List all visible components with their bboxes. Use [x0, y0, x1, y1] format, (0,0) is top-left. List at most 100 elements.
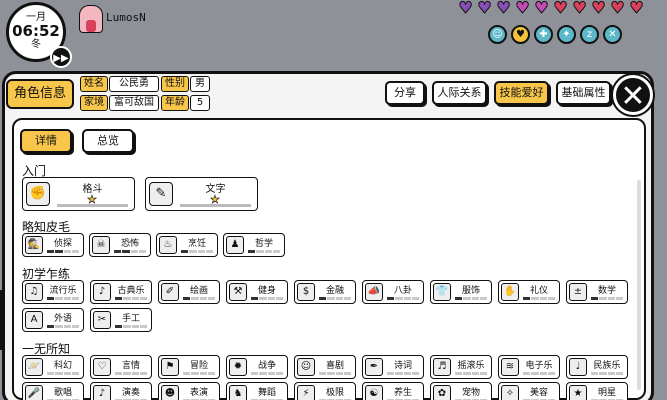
skill-progress: [248, 250, 280, 253]
shirt-icon: 👕: [433, 283, 451, 301]
skull-icon: ☠: [92, 236, 110, 254]
skill-name: 极限: [325, 388, 344, 398]
skill-name: 恐怖: [120, 239, 139, 249]
skill-name: 喜剧: [325, 361, 344, 371]
skill-card[interactable]: ✊ 格斗 ★: [22, 177, 135, 211]
skill-progress: [114, 250, 146, 253]
skill-card[interactable]: ♟ 哲学: [223, 233, 285, 257]
headphones-icon: ♫: [25, 283, 43, 301]
heart-icon[interactable]: ♥: [511, 25, 530, 44]
sleep-icon[interactable]: z: [580, 25, 599, 44]
skill-card[interactable]: ♪ 演奏: [90, 382, 152, 400]
skill-card[interactable]: 🕵 侦探: [22, 233, 84, 257]
skill-name: 八卦: [393, 286, 412, 296]
skill-progress: [181, 250, 213, 253]
family-value: 富可敌国: [109, 95, 159, 111]
skill-name: 绘画: [189, 286, 208, 296]
skill-card[interactable]: ☻ 表演: [158, 382, 220, 400]
synth-icon: ≋: [501, 358, 519, 376]
skill-card[interactable]: ✒ 诗词: [362, 355, 424, 379]
skill-name: 古典乐: [117, 286, 145, 296]
extreme-icon: ⚡: [297, 385, 315, 400]
skill-name: 冒险: [189, 361, 208, 371]
skill-card[interactable]: ✂ 手工: [90, 308, 152, 332]
age-value: 5: [190, 95, 210, 111]
player-name: LumosN: [106, 11, 146, 24]
language-icon: A: [25, 311, 43, 329]
divider: [0, 290, 2, 350]
skill-card[interactable]: ⚡ 极限: [294, 382, 356, 400]
heart-icon: ♥: [496, 0, 511, 17]
skill-name: 外语: [53, 314, 72, 324]
skill-card[interactable]: ≋ 电子乐: [498, 355, 560, 379]
skill-card[interactable]: ♡ 言情: [90, 355, 152, 379]
skill-card[interactable]: ★ 明星: [566, 382, 628, 400]
yinyang-icon: ☯: [365, 385, 383, 400]
skill-name: 演奏: [121, 388, 140, 398]
tab-character-info[interactable]: 角色信息: [6, 79, 74, 109]
fast-forward-icon[interactable]: ▶▶: [50, 46, 72, 68]
gender-label: 性别: [161, 76, 189, 92]
skill-card[interactable]: ± 数学: [566, 280, 628, 304]
gender-value: 男: [190, 76, 210, 92]
skill-card[interactable]: ✹ 战争: [226, 355, 288, 379]
skill-card[interactable]: ⚒ 健身: [226, 280, 288, 304]
skill-card[interactable]: ♞ 舞蹈: [226, 382, 288, 400]
skill-progress: [251, 372, 283, 375]
skill-progress: [57, 204, 128, 207]
skill-card[interactable]: 📣 八卦: [362, 280, 424, 304]
skill-name: 言情: [121, 361, 140, 371]
skill-card[interactable]: ✧ 美容: [498, 382, 560, 400]
tab-overview[interactable]: 总览: [82, 129, 134, 153]
share-button[interactable]: 分享: [385, 81, 425, 105]
skill-name: 明星: [597, 388, 616, 398]
skill-card[interactable]: 👕 服饰: [430, 280, 492, 304]
skill-card[interactable]: ☠ 恐怖: [89, 233, 151, 257]
skill-card[interactable]: ✿ 宠物: [430, 382, 492, 400]
skill-name: 战争: [257, 361, 276, 371]
skill-card[interactable]: A 外语: [22, 308, 84, 332]
planet-icon: 🪐: [25, 358, 43, 376]
tab-skills[interactable]: 技能爱好: [494, 81, 549, 105]
scrollbar[interactable]: [637, 180, 641, 390]
skill-name: 金融: [325, 286, 344, 296]
close-button[interactable]: ✕: [613, 75, 653, 115]
tab-relations[interactable]: 人际关系: [432, 81, 487, 105]
sparkle-icon[interactable]: ✦: [557, 25, 576, 44]
skill-card[interactable]: ♪ 古典乐: [90, 280, 152, 304]
skill-card[interactable]: ☯ 养生: [362, 382, 424, 400]
skill-name: 流行乐: [49, 286, 77, 296]
skill-name: 侦探: [53, 239, 72, 249]
skill-card[interactable]: ♬ 摇滚乐: [430, 355, 492, 379]
family-label: 家境: [80, 95, 108, 111]
skill-card[interactable]: ☺ 喜剧: [294, 355, 356, 379]
avatar[interactable]: [79, 5, 103, 33]
map-icon: ⚑: [161, 358, 179, 376]
tab-detail[interactable]: 详情: [20, 129, 72, 153]
skill-card[interactable]: ✋ 礼仪: [498, 280, 560, 304]
philosophy-icon: ♟: [226, 236, 244, 254]
bomb-icon: ✹: [229, 358, 247, 376]
skill-card[interactable]: $ 金融: [294, 280, 356, 304]
skill-card[interactable]: 🪐 科幻: [22, 355, 84, 379]
skill-progress: [251, 297, 283, 300]
tools-icon[interactable]: ✕: [603, 25, 622, 44]
skill-name: 电子乐: [525, 361, 553, 371]
skill-progress: [523, 297, 555, 300]
skill-card[interactable]: 🎤 歌唱: [22, 382, 84, 400]
tab-attributes[interactable]: 基础属性: [556, 81, 611, 105]
skill-card[interactable]: ♩ 民族乐: [566, 355, 628, 379]
skill-card[interactable]: ✐ 绘画: [158, 280, 220, 304]
skill-name: 表演: [189, 388, 208, 398]
skill-card[interactable]: ♨ 烹饪: [156, 233, 218, 257]
skill-card[interactable]: ✎ 文字 ★: [145, 177, 258, 211]
skill-card[interactable]: ⚑ 冒险: [158, 355, 220, 379]
skill-progress: [183, 297, 215, 300]
skill-card[interactable]: ♫ 流行乐: [22, 280, 84, 304]
smile-icon[interactable]: ☺: [488, 25, 507, 44]
skill-name: 诗词: [393, 361, 412, 371]
skill-progress: [387, 297, 419, 300]
skill-name: 科幻: [53, 361, 72, 371]
gamepad-icon[interactable]: ✚: [534, 25, 553, 44]
dumbbell-icon: ⚒: [229, 283, 247, 301]
